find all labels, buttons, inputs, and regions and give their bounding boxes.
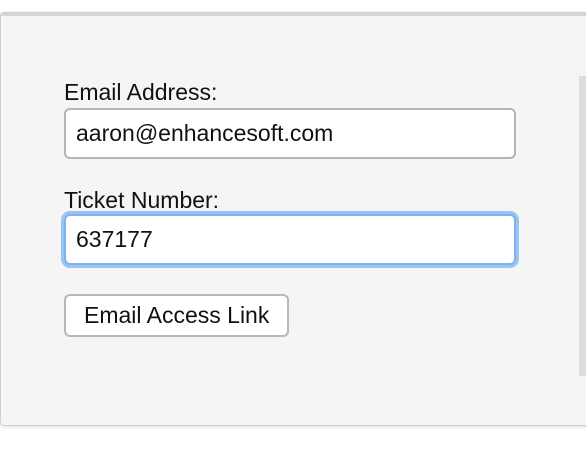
panel-scroll-edge (579, 76, 586, 376)
email-field-group: Email Address: (64, 78, 516, 159)
ticket-number-input[interactable] (64, 214, 516, 265)
ticket-number-label: Ticket Number: (64, 187, 220, 213)
email-access-link-button[interactable]: Email Access Link (64, 294, 290, 337)
email-label: Email Address: (64, 79, 218, 105)
ticket-field-group: Ticket Number: (64, 186, 516, 265)
email-input[interactable] (64, 108, 516, 159)
